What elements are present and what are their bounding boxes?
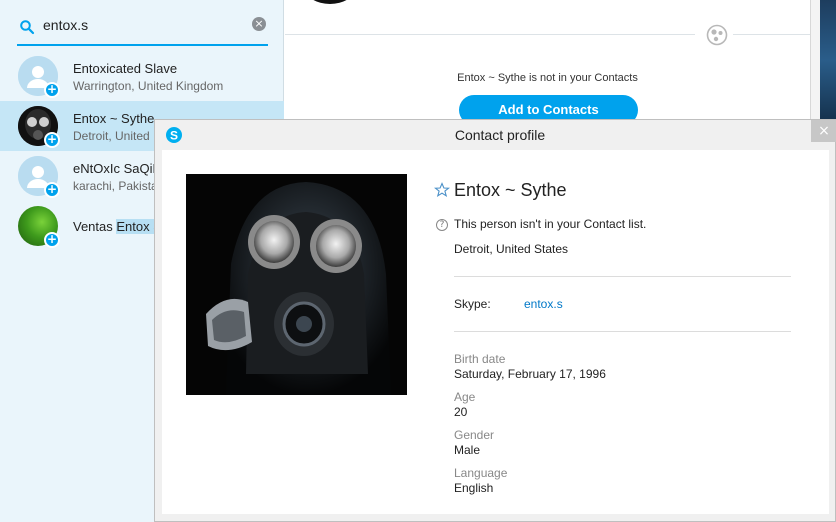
question-icon: ? xyxy=(436,219,448,231)
globe-icon xyxy=(706,24,728,46)
result-name-prefix: Ventas xyxy=(73,219,117,234)
conversation-header: Entox ~ Sythe is not in your Contacts Ad… xyxy=(285,0,810,125)
profile-body: Entox ~ Sythe ? This person isn't in you… xyxy=(162,150,829,514)
age-label: Age xyxy=(454,390,476,404)
add-contact-badge-icon: + xyxy=(44,232,60,248)
divider xyxy=(454,331,791,332)
divider xyxy=(454,276,791,277)
search-icon xyxy=(19,19,35,35)
divider xyxy=(733,34,810,35)
search-result-item[interactable]: + Entoxicated Slave Warrington, United K… xyxy=(0,51,284,101)
clear-search-icon[interactable]: × xyxy=(252,17,266,31)
birth-date-label: Birth date xyxy=(454,352,506,366)
add-contact-badge-icon: + xyxy=(44,132,60,148)
star-icon[interactable] xyxy=(433,182,451,198)
result-name: eNtOxIc SaQiE xyxy=(73,161,162,176)
window-edge xyxy=(810,0,820,120)
contact-profile-dialog: S Contact profile × Entox ~ Sythe ? This… xyxy=(154,119,836,522)
dialog-title: Contact profile xyxy=(454,127,546,143)
search-input[interactable]: entox.s xyxy=(43,17,88,33)
background-window xyxy=(820,0,836,120)
result-name: Entox ~ Sythe xyxy=(73,111,155,126)
result-location: Warrington, United Kingdom xyxy=(73,79,224,93)
language-label: Language xyxy=(454,466,508,480)
dialog-titlebar[interactable]: S Contact profile × xyxy=(155,120,836,150)
birth-date-value: Saturday, February 17, 1996 xyxy=(454,367,606,381)
gender-value: Male xyxy=(454,443,481,457)
add-contact-badge-icon: + xyxy=(44,182,60,198)
contact-list-notice: This person isn't in your Contact list. xyxy=(454,217,647,231)
result-name: Ventas Entox S xyxy=(73,219,162,234)
not-in-contacts-text: Entox ~ Sythe is not in your Contacts xyxy=(457,72,638,84)
profile-photo xyxy=(186,174,407,395)
age-value: 20 xyxy=(454,405,468,419)
divider xyxy=(285,34,695,35)
skype-label: Skype: xyxy=(454,297,491,311)
gender-label: Gender xyxy=(454,428,495,442)
profile-location: Detroit, United States xyxy=(454,242,569,256)
language-value: English xyxy=(454,481,494,495)
search-box[interactable]: entox.s × xyxy=(17,8,268,46)
skype-name-link[interactable]: entox.s xyxy=(524,297,563,311)
result-location: karachi, Pakista xyxy=(73,179,158,193)
conversation-avatar xyxy=(305,0,355,4)
profile-name: Entox ~ Sythe xyxy=(454,180,567,200)
add-contact-badge-icon: + xyxy=(44,82,60,98)
result-location: Detroit, United xyxy=(73,129,150,143)
close-icon[interactable]: × xyxy=(811,120,836,142)
result-name: Entoxicated Slave xyxy=(73,61,178,76)
